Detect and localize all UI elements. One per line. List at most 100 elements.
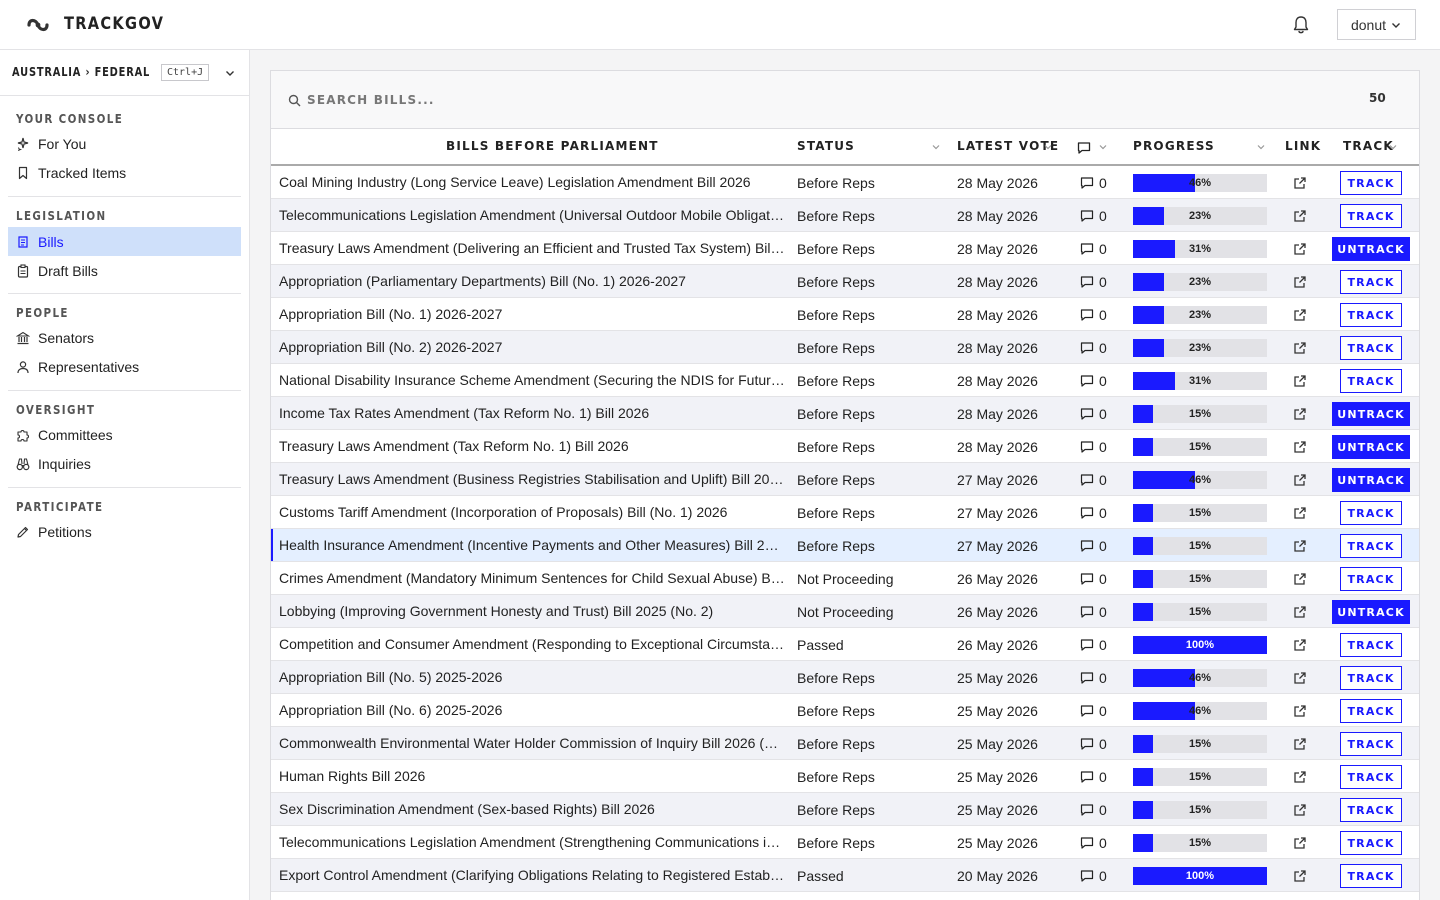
bill-title[interactable]: Appropriation Bill (No. 5) 2025-2026	[279, 661, 785, 694]
chevron-down-icon[interactable]	[931, 142, 941, 152]
external-link[interactable]	[1292, 430, 1308, 463]
external-link[interactable]	[1292, 628, 1308, 661]
page-size-select[interactable]: 50	[1369, 91, 1386, 105]
bill-title[interactable]: Telecommunications Legislation Amendment…	[279, 826, 785, 859]
table-row[interactable]: Commonwealth Environmental Water Holder …	[271, 727, 1419, 760]
track-button[interactable]: TRACK	[1340, 204, 1402, 228]
untrack-button[interactable]: UNTRACK	[1332, 600, 1410, 624]
comments-count[interactable]: 0	[1080, 166, 1107, 199]
comments-count[interactable]: 0	[1080, 364, 1107, 397]
untrack-button[interactable]: UNTRACK	[1332, 237, 1410, 261]
external-link[interactable]	[1292, 265, 1308, 298]
external-link[interactable]	[1292, 562, 1308, 595]
comments-count[interactable]: 0	[1080, 562, 1107, 595]
user-menu-button[interactable]: donut	[1337, 9, 1416, 40]
comments-count[interactable]: 0	[1080, 529, 1107, 562]
external-link[interactable]	[1292, 760, 1308, 793]
track-button[interactable]: TRACK	[1340, 270, 1402, 294]
external-link[interactable]	[1292, 298, 1308, 331]
column-header-title[interactable]: BILLS BEFORE PARLIAMENT	[446, 139, 659, 153]
comments-count[interactable]: 0	[1080, 265, 1107, 298]
sidebar-item-senators[interactable]: Senators	[8, 323, 241, 352]
track-button[interactable]: TRACK	[1340, 732, 1402, 756]
table-row[interactable]: Telecommunications Legislation Amendment…	[271, 199, 1419, 232]
chevron-down-icon[interactable]	[224, 67, 236, 79]
table-row[interactable]: Treasury Laws Amendment (Business Regist…	[271, 463, 1419, 496]
bill-title[interactable]: Crimes Amendment (Mandatory Minimum Sent…	[279, 562, 785, 595]
sidebar-item-draft-bills[interactable]: Draft Bills	[8, 256, 241, 285]
track-button[interactable]: TRACK	[1340, 171, 1402, 195]
logo-icon[interactable]	[26, 14, 50, 36]
untrack-button[interactable]: UNTRACK	[1332, 468, 1410, 492]
comments-count[interactable]: 0	[1080, 397, 1107, 430]
comments-count[interactable]: 0	[1080, 463, 1107, 496]
track-button[interactable]: TRACK	[1340, 831, 1402, 855]
external-link[interactable]	[1292, 859, 1308, 892]
app-name[interactable]: TRACKGOV	[64, 14, 164, 34]
comments-count[interactable]: 0	[1080, 298, 1107, 331]
track-button[interactable]: TRACK	[1340, 336, 1402, 360]
comments-count[interactable]: 0	[1080, 496, 1107, 529]
jurisdiction-selector[interactable]: AUSTRALIA › FEDERAL Ctrl+J	[0, 50, 249, 96]
bill-title[interactable]: Income Tax Rates Amendment (Tax Reform N…	[279, 397, 785, 430]
external-link[interactable]	[1292, 529, 1308, 562]
bill-title[interactable]: Export Control Amendment (Clarifying Obl…	[279, 859, 785, 892]
sidebar-item-for-you[interactable]: For You	[8, 129, 241, 158]
comments-count[interactable]: 0	[1080, 232, 1107, 265]
comments-count[interactable]: 0	[1080, 430, 1107, 463]
external-link[interactable]	[1292, 397, 1308, 430]
external-link[interactable]	[1292, 232, 1308, 265]
bill-title[interactable]: Appropriation (Parliamentary Departments…	[279, 265, 785, 298]
comments-count[interactable]: 0	[1080, 760, 1107, 793]
track-button[interactable]: TRACK	[1340, 798, 1402, 822]
comments-count[interactable]: 0	[1080, 331, 1107, 364]
bill-title[interactable]: Health Insurance Amendment (Incentive Pa…	[279, 529, 785, 562]
bill-title[interactable]: Treasury Laws Amendment (Delivering an E…	[279, 232, 785, 265]
chevron-down-icon[interactable]	[1098, 142, 1108, 152]
table-row[interactable]: Human Rights Bill 2026 Before Reps 25 May …	[271, 760, 1419, 793]
table-row[interactable]: Appropriation Bill (No. 2) 2026-2027 Befo…	[271, 331, 1419, 364]
track-button[interactable]: TRACK	[1340, 534, 1402, 558]
sidebar-item-committees[interactable]: Committees	[8, 420, 241, 449]
comments-count[interactable]: 0	[1080, 694, 1107, 727]
table-row[interactable]: Coal Mining Industry (Long Service Leave…	[271, 166, 1419, 199]
bill-title[interactable]: Commonwealth Environmental Water Holder …	[279, 727, 785, 760]
sidebar-item-tracked-items[interactable]: Tracked Items	[8, 158, 241, 187]
external-link[interactable]	[1292, 595, 1308, 628]
bill-title[interactable]: Human Rights Bill 2026	[279, 760, 785, 793]
external-link[interactable]	[1292, 694, 1308, 727]
comments-count[interactable]: 0	[1080, 826, 1107, 859]
table-row[interactable]: Crimes Amendment (Mandatory Minimum Sent…	[271, 562, 1419, 595]
track-button[interactable]: TRACK	[1340, 864, 1402, 888]
external-link[interactable]	[1292, 364, 1308, 397]
external-link[interactable]	[1292, 331, 1308, 364]
chevron-down-icon[interactable]	[1043, 142, 1053, 152]
bill-title[interactable]: Treasury Laws Amendment (Business Regist…	[279, 463, 785, 496]
bill-title[interactable]: National Disability Insurance Scheme Ame…	[279, 364, 785, 397]
sidebar-item-inquiries[interactable]: Inquiries	[8, 449, 241, 478]
column-header-track[interactable]: TRACK	[1343, 139, 1394, 153]
table-row[interactable]: Appropriation Bill (No. 1) 2026-2027 Befo…	[271, 298, 1419, 331]
untrack-button[interactable]: UNTRACK	[1332, 435, 1410, 459]
column-header-progress[interactable]: PROGRESS	[1133, 139, 1215, 153]
comments-count[interactable]: 0	[1080, 595, 1107, 628]
bill-title[interactable]: Competition and Consumer Amendment (Resp…	[279, 628, 785, 661]
track-button[interactable]: TRACK	[1340, 303, 1402, 327]
sidebar-item-bills[interactable]: Bills	[8, 227, 241, 256]
bill-title[interactable]: Appropriation Bill (No. 6) 2025-2026	[279, 694, 785, 727]
table-row[interactable]: Treasury Laws Amendment (Tax Reform No. …	[271, 430, 1419, 463]
external-link[interactable]	[1292, 661, 1308, 694]
track-button[interactable]: TRACK	[1340, 699, 1402, 723]
external-link[interactable]	[1292, 496, 1308, 529]
comments-count[interactable]: 0	[1080, 793, 1107, 826]
track-button[interactable]: TRACK	[1340, 765, 1402, 789]
sidebar-item-representatives[interactable]: Representatives	[8, 352, 241, 381]
table-row[interactable]: Appropriation Bill (No. 5) 2025-2026 Befo…	[271, 661, 1419, 694]
bill-title[interactable]: Coal Mining Industry (Long Service Leave…	[279, 166, 785, 199]
comments-count[interactable]: 0	[1080, 661, 1107, 694]
table-row[interactable]: Health Insurance Amendment (Incentive Pa…	[271, 529, 1419, 562]
table-row[interactable]: Customs Tariff Amendment (Incorporation …	[271, 496, 1419, 529]
bill-title[interactable]: Sex Discrimination Amendment (Sex-based …	[279, 793, 785, 826]
table-row[interactable]: Appropriation Bill (No. 6) 2025-2026 Befo…	[271, 694, 1419, 727]
comments-count[interactable]: 0	[1080, 727, 1107, 760]
